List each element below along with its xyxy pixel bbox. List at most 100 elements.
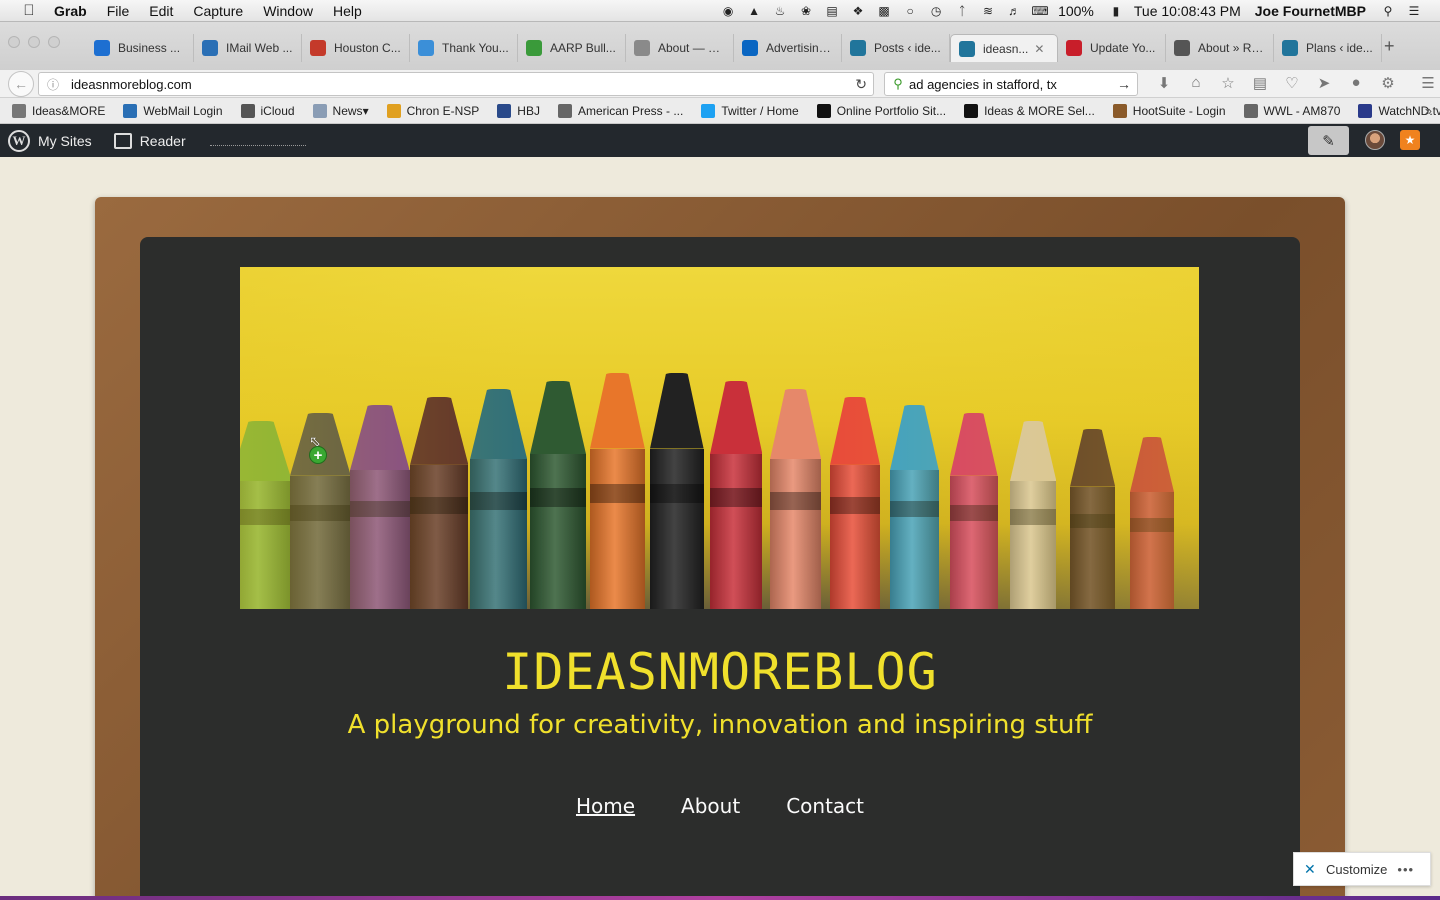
tab-11[interactable]: Plans ‹ ide... bbox=[1274, 34, 1382, 62]
keyboard-icon[interactable]: ⌨ bbox=[1031, 4, 1048, 18]
bookmark-5[interactable]: HBJ bbox=[497, 103, 540, 118]
search-go-icon[interactable]: → bbox=[1117, 76, 1131, 92]
more-options-icon[interactable]: ••• bbox=[1397, 862, 1414, 877]
battery-app-icon[interactable]: ▤ bbox=[824, 4, 840, 18]
reload-icon[interactable]: ↻ bbox=[855, 76, 867, 93]
bookmark-7[interactable]: Twitter / Home bbox=[701, 103, 799, 118]
apple-menu-icon[interactable]:  bbox=[18, 2, 40, 19]
dropbox-icon[interactable]: ❖ bbox=[850, 4, 866, 18]
time-machine-icon[interactable]: ◷ bbox=[928, 4, 944, 18]
reader-link[interactable]: Reader bbox=[113, 132, 186, 149]
bookmark-0[interactable]: Ideas&MORE bbox=[12, 103, 106, 118]
folder-icon bbox=[312, 103, 327, 118]
battery-icon[interactable]: ▮ bbox=[1108, 4, 1124, 18]
wordpress-icon bbox=[959, 40, 975, 57]
tab-1[interactable]: IMail Web ... bbox=[194, 34, 302, 62]
back-button[interactable]: ← bbox=[8, 71, 34, 97]
send-icon[interactable]: ➤ bbox=[1308, 74, 1340, 92]
tab-close-icon[interactable]: ✕ bbox=[1034, 42, 1044, 56]
nav-home-link[interactable]: Home bbox=[576, 794, 635, 818]
nav-about-link[interactable]: About bbox=[681, 794, 740, 818]
menu-window[interactable]: Window bbox=[263, 3, 313, 19]
spotlight-icon[interactable]: ⚲ bbox=[1380, 4, 1396, 18]
bookmark-star-icon[interactable]: ☆ bbox=[1212, 74, 1244, 92]
memory-icon[interactable]: ▩ bbox=[876, 4, 892, 18]
bottom-edge-strip bbox=[0, 896, 1440, 900]
flame-icon[interactable]: ♨ bbox=[772, 4, 788, 18]
search-engine-icon[interactable]: ⚲ bbox=[889, 76, 907, 92]
messages-icon[interactable]: ○ bbox=[902, 4, 918, 18]
zoom-window-button[interactable] bbox=[48, 36, 60, 48]
menu-app-grab[interactable]: Grab bbox=[54, 3, 87, 19]
notifications-icon[interactable]: ★ bbox=[1400, 130, 1420, 150]
creative-cloud-icon[interactable]: ◉ bbox=[720, 4, 736, 18]
my-sites-link[interactable]: My Sites bbox=[38, 133, 92, 149]
tab-10[interactable]: About » Re... bbox=[1166, 34, 1274, 62]
tab-7[interactable]: Posts ‹ ide... bbox=[842, 34, 950, 62]
menu-capture[interactable]: Capture bbox=[193, 3, 243, 19]
bookmark-2[interactable]: iCloud bbox=[240, 103, 295, 118]
url-input[interactable] bbox=[71, 76, 831, 92]
tab-8[interactable]: ideasn... ✕ bbox=[950, 34, 1058, 62]
browser-tab-bar: Business ... IMail Web ... Houston C... Tha… bbox=[0, 22, 1440, 70]
customize-button[interactable]: ✕ Customize ••• bbox=[1293, 852, 1431, 886]
pocket-icon[interactable]: ♡ bbox=[1276, 74, 1308, 92]
bookmark-4[interactable]: Chron E-NSP bbox=[386, 103, 480, 118]
aarp-icon bbox=[526, 40, 542, 56]
bookmark-favicon-icon bbox=[240, 103, 255, 118]
tab-0[interactable]: Business ... bbox=[86, 34, 194, 62]
search-bar[interactable]: ⚲ → bbox=[884, 72, 1138, 96]
nav-contact-link[interactable]: Contact bbox=[786, 794, 864, 818]
hamburger-menu-icon[interactable]: ☰ bbox=[1412, 74, 1440, 92]
search-input[interactable] bbox=[909, 76, 1105, 92]
new-tab-button[interactable]: + bbox=[1384, 36, 1395, 57]
downloads-icon[interactable]: ⬇ bbox=[1148, 74, 1180, 92]
menu-file[interactable]: File bbox=[107, 3, 130, 19]
write-post-button[interactable]: ✎ bbox=[1308, 126, 1349, 155]
bookmark-favicon-icon bbox=[816, 103, 831, 118]
bookmark-10[interactable]: HootSuite - Login bbox=[1112, 103, 1226, 118]
bookmarks-overflow-icon[interactable]: » bbox=[1425, 103, 1432, 118]
bookmark-1[interactable]: WebMail Login bbox=[123, 103, 223, 118]
notification-center-icon[interactable]: ☰ bbox=[1406, 4, 1422, 18]
header-image-crayons[interactable]: ⬁ + bbox=[240, 267, 1199, 609]
wordpress-logo-icon[interactable]: W bbox=[8, 129, 30, 152]
user-name[interactable]: Joe FournetMBP bbox=[1255, 3, 1366, 19]
volume-icon[interactable]: ♬ bbox=[1006, 4, 1022, 18]
bookmark-label: Ideas & MORE Sel... bbox=[984, 103, 1095, 118]
wifi-icon[interactable]: ≋ bbox=[980, 4, 996, 18]
reading-list-icon[interactable]: ▤ bbox=[1244, 74, 1276, 92]
menu-help[interactable]: Help bbox=[333, 3, 362, 19]
tab-2[interactable]: Houston C... bbox=[302, 34, 410, 62]
bluetooth-icon[interactable]: ᛏ bbox=[954, 4, 970, 18]
clock[interactable]: Tue 10:08:43 PM bbox=[1134, 3, 1241, 19]
tab-6[interactable]: Advertising... bbox=[734, 34, 842, 62]
site-info-icon[interactable]: ⓘ bbox=[43, 76, 63, 93]
reader-label: Reader bbox=[139, 132, 186, 149]
home-icon[interactable]: ⌂ bbox=[1180, 74, 1212, 92]
url-bar[interactable]: ⓘ ↻ bbox=[38, 72, 874, 96]
evernote-icon[interactable]: ▲ bbox=[746, 4, 762, 18]
header-image-overlay bbox=[240, 267, 1199, 609]
close-window-button[interactable] bbox=[8, 36, 20, 48]
chat-bubble-icon[interactable]: ● bbox=[1340, 74, 1372, 92]
tab-9[interactable]: Update Yo... bbox=[1058, 34, 1166, 62]
tab-4[interactable]: AARP Bull... bbox=[518, 34, 626, 62]
tab-5[interactable]: About — W3 bbox=[626, 34, 734, 62]
tab-strip: Business ... IMail Web ... Houston C... Tha… bbox=[86, 34, 1382, 62]
user-avatar[interactable] bbox=[1365, 130, 1385, 150]
bookmark-11[interactable]: WWL - AM870 bbox=[1243, 103, 1340, 118]
paw-icon[interactable]: ❀ bbox=[798, 4, 814, 18]
extension-icon[interactable]: ⚙ bbox=[1372, 74, 1404, 92]
battery-percent[interactable]: 100% bbox=[1058, 3, 1094, 19]
minimize-window-button[interactable] bbox=[28, 36, 40, 48]
bookmark-8[interactable]: Online Portfolio Sit... bbox=[816, 103, 946, 118]
bookmark-9[interactable]: Ideas & MORE Sel... bbox=[964, 103, 1095, 118]
site-title[interactable]: IDEASNMOREBLOG bbox=[140, 643, 1300, 701]
bookmark-6[interactable]: American Press - ... bbox=[557, 103, 683, 118]
bookmark-label: Ideas&MORE bbox=[32, 103, 106, 118]
bookmark-3[interactable]: News ▾ bbox=[312, 103, 369, 118]
tab-3[interactable]: Thank You... bbox=[410, 34, 518, 62]
bookmark-label: Chron E-NSP bbox=[406, 103, 480, 118]
menu-edit[interactable]: Edit bbox=[149, 3, 173, 19]
